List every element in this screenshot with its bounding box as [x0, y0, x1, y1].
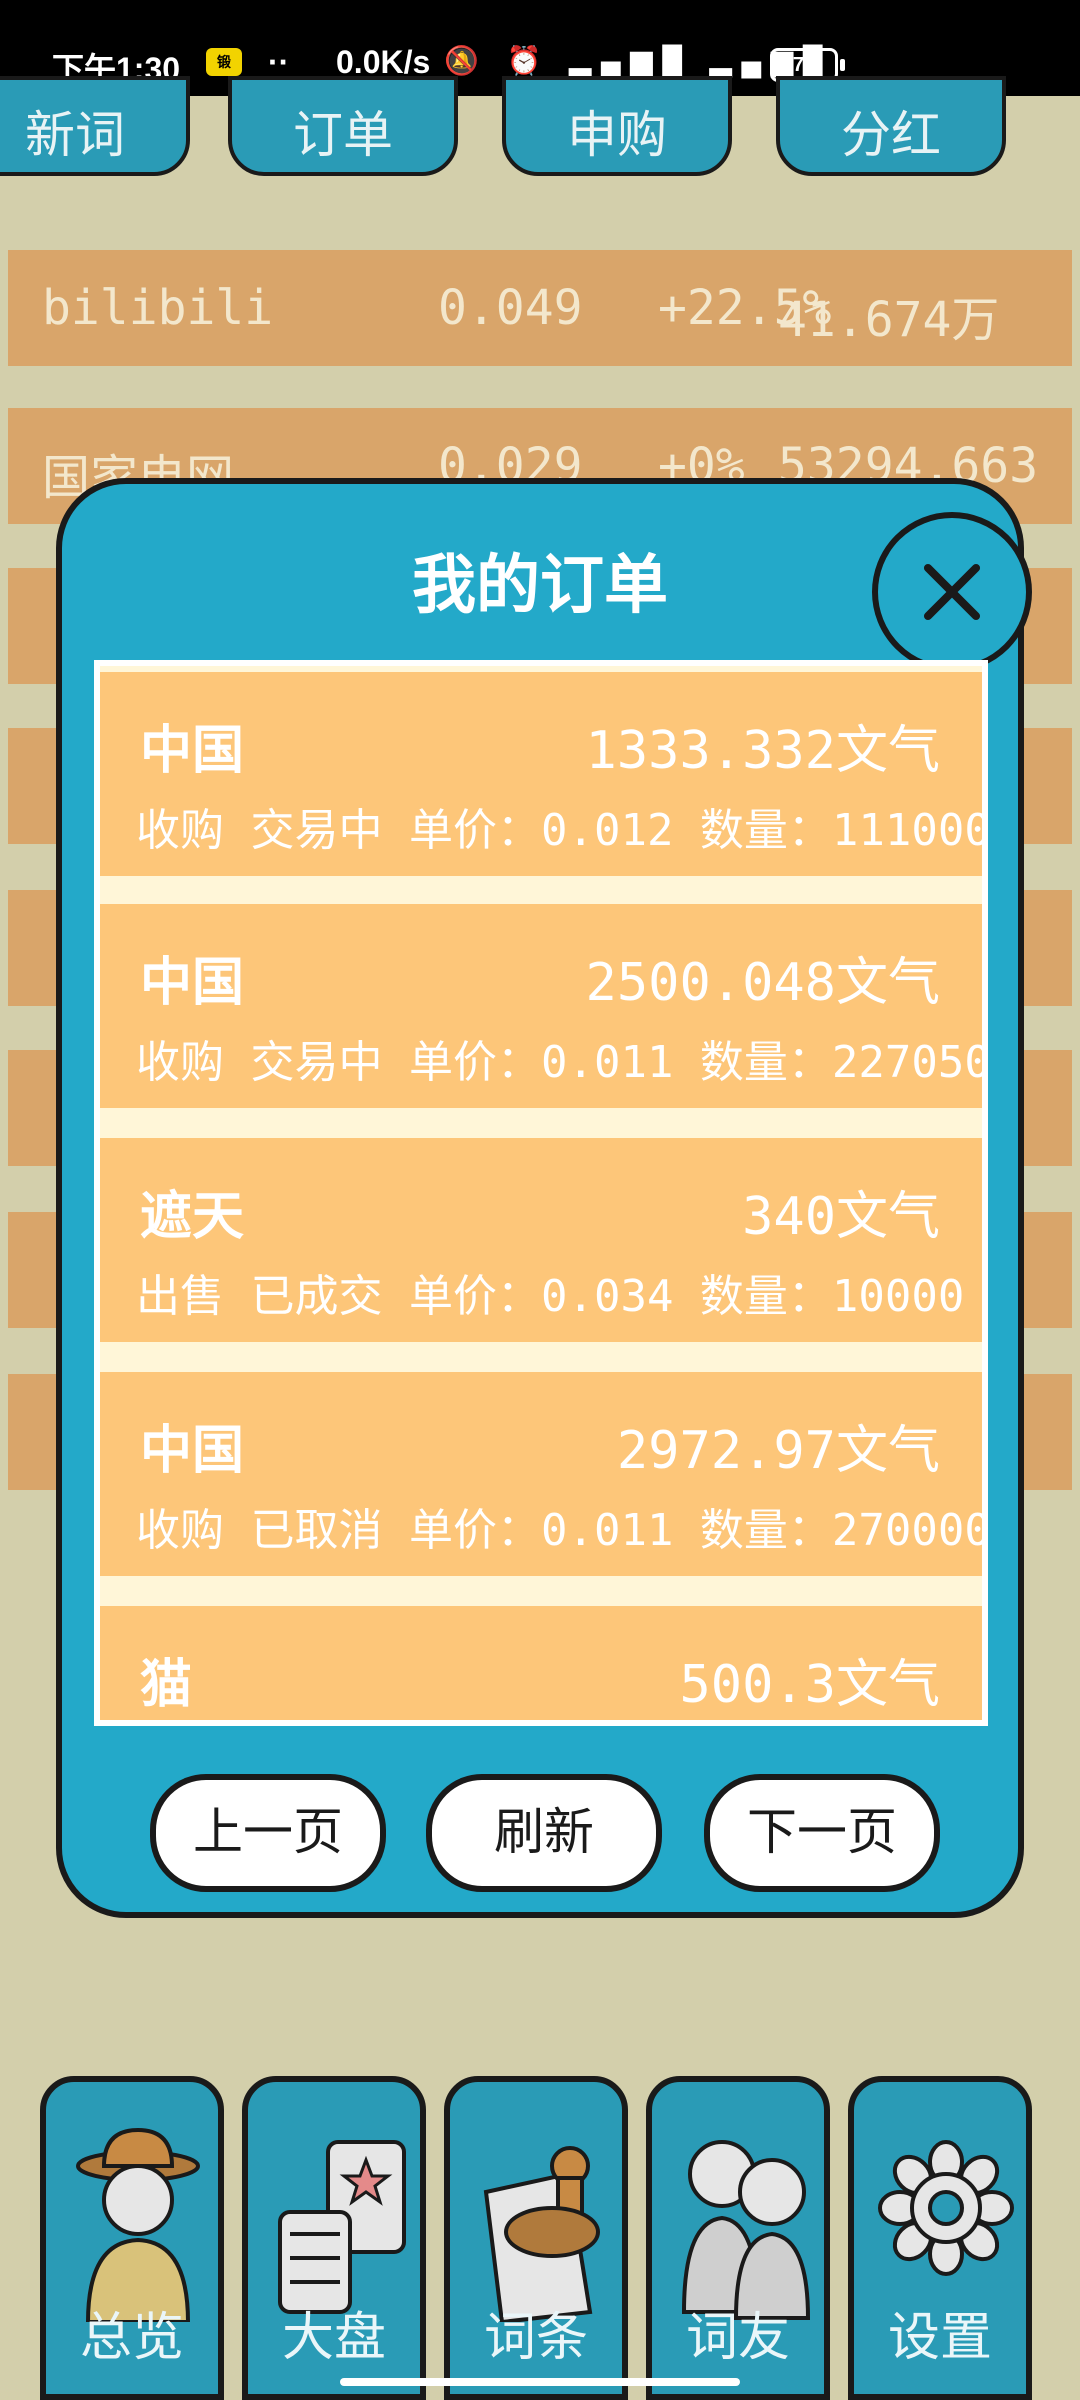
nav-overview[interactable]: 总览 [40, 2076, 224, 2400]
tab-subscribe[interactable]: 申购 [502, 76, 732, 176]
prev-page-button[interactable]: 上一页 [150, 1774, 386, 1892]
nav-label: 词友 [685, 2308, 790, 2368]
order-amount: 2972.97文气 [616, 1421, 940, 1481]
nav-friends[interactable]: 词友 [646, 2076, 830, 2400]
order-item[interactable]: 猫 500.3文气 [100, 1606, 982, 1720]
stock-volume: 41.674万 [778, 292, 1000, 348]
order-detail: 收购 已取消 单价：0.011 数量：270000 [136, 1505, 988, 1556]
bottom-nav: 总览 大盘 词条 词友 设置 [0, 2076, 1080, 2400]
order-item[interactable]: 中国 2972.97文气 收购 已取消 单价：0.011 数量：270000 [100, 1372, 982, 1576]
refresh-button[interactable]: 刷新 [426, 1774, 662, 1892]
stock-row[interactable]: bilibili 0.049 +22.5% 41.674万 [8, 250, 1072, 366]
app-notification-icon: 锻 [206, 48, 242, 76]
order-list[interactable]: 中国 1333.332文气 收购 交易中 单价：0.012 数量：111000 … [94, 660, 988, 1726]
order-name: 中国 [140, 1421, 245, 1481]
order-name: 中国 [140, 721, 245, 781]
stamp-icon [483, 2146, 600, 2322]
nav-market[interactable]: 大盘 [242, 2076, 426, 2400]
mute-icon: 🔕 [444, 45, 489, 76]
stock-price: 0.049 [438, 280, 583, 336]
order-amount: 1333.332文气 [585, 721, 940, 781]
order-amount: 2500.048文气 [585, 953, 940, 1013]
explorer-icon [76, 2127, 200, 2322]
nav-label: 词条 [483, 2308, 588, 2368]
friends-icon [681, 2140, 811, 2320]
order-amount: 500.3文气 [679, 1655, 940, 1715]
alarm-icon: ⏰ [506, 45, 552, 76]
close-icon[interactable] [872, 512, 1032, 672]
nav-entries[interactable]: 词条 [444, 2076, 628, 2400]
home-indicator[interactable] [340, 2378, 740, 2386]
order-detail: 出售 已成交 单价：0.034 数量：10000 [136, 1271, 965, 1322]
market-icon [278, 2140, 406, 2314]
next-page-button[interactable]: 下一页 [704, 1774, 940, 1892]
signal-icon: ▂▄▆█ [569, 45, 693, 76]
order-item[interactable]: 遮天 340文气 出售 已成交 单价：0.034 数量：10000 [100, 1138, 982, 1342]
nav-label: 大盘 [281, 2308, 386, 2368]
order-name: 猫 [140, 1655, 193, 1715]
order-amount: 340文气 [742, 1187, 940, 1247]
stock-name: bilibili [42, 280, 274, 336]
my-orders-dialog: 我的订单 中国 1333.332文气 收购 交易中 单价：0.012 数量：11… [56, 478, 1032, 1918]
nav-label: 设置 [887, 2308, 992, 2368]
nav-label: 总览 [79, 2308, 184, 2368]
order-detail: 收购 交易中 单价：0.012 数量：111000 [136, 805, 988, 856]
order-detail: 收购 交易中 单价：0.011 数量：227050 [136, 1037, 988, 1088]
tab-dividend[interactable]: 分红 [776, 76, 1006, 176]
top-tabs: 新词 订单 申购 分红 [0, 76, 1080, 186]
gear-icon [878, 2140, 1014, 2276]
order-item[interactable]: 中国 1333.332文气 收购 交易中 单价：0.012 数量：111000 [100, 672, 982, 876]
tab-new-words[interactable]: 新词 [0, 76, 190, 176]
order-name: 遮天 [140, 1187, 245, 1247]
order-item[interactable]: 中国 2500.048文气 收购 交易中 单价：0.011 数量：227050 [100, 904, 982, 1108]
nav-settings[interactable]: 设置 [848, 2076, 1032, 2400]
order-name: 中国 [140, 953, 245, 1013]
tab-orders[interactable]: 订单 [228, 76, 458, 176]
